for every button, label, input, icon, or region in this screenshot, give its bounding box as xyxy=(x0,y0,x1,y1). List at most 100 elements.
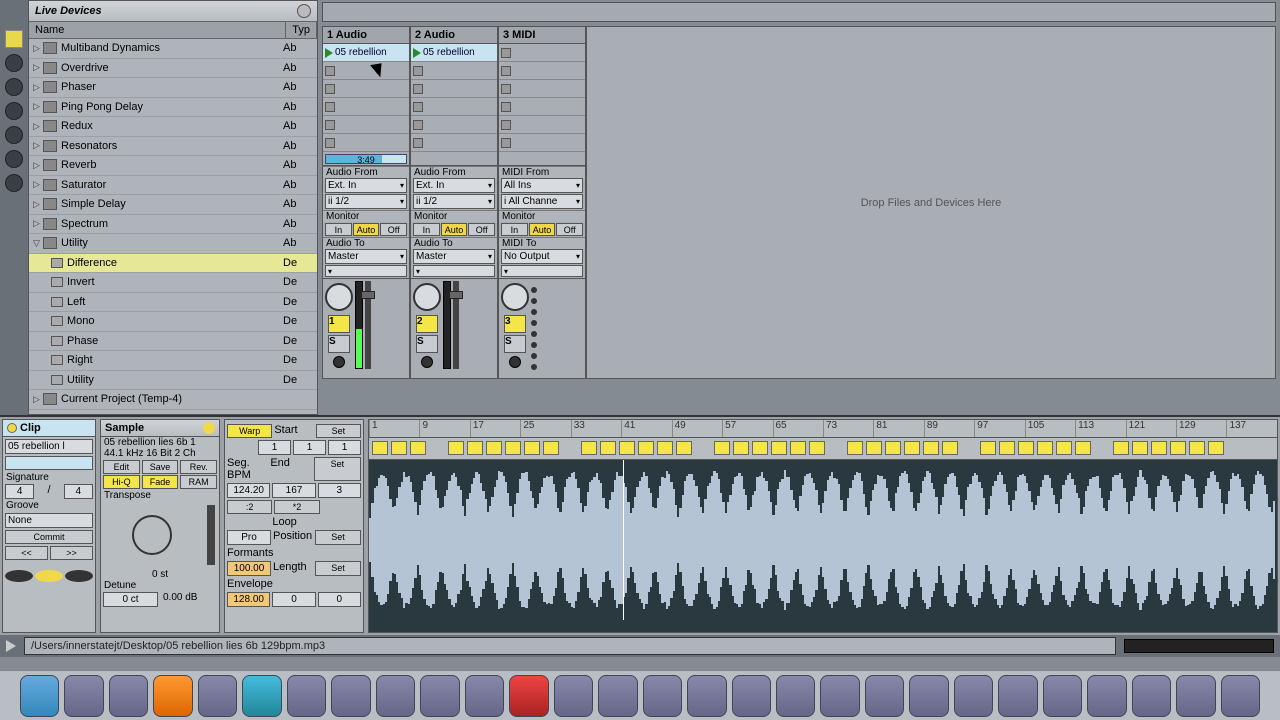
warp-marker[interactable] xyxy=(372,441,388,455)
ruler-tick[interactable]: 57 xyxy=(722,420,772,437)
play-icon[interactable] xyxy=(413,48,421,58)
app-icon[interactable] xyxy=(287,675,326,717)
monitor-auto[interactable]: Auto xyxy=(529,223,556,236)
monitor-off[interactable]: Off xyxy=(468,223,495,236)
ruler-tick[interactable]: 121 xyxy=(1126,420,1176,437)
app-icon[interactable] xyxy=(554,675,593,717)
ruler-tick[interactable]: 17 xyxy=(470,420,520,437)
monitor-off[interactable]: Off xyxy=(556,223,583,236)
ruler-tick[interactable]: 33 xyxy=(571,420,621,437)
clip-slot[interactable] xyxy=(499,44,585,62)
start-bar[interactable]: 1 xyxy=(258,440,291,455)
app-icon[interactable] xyxy=(598,675,637,717)
app-icon[interactable] xyxy=(109,675,148,717)
device-child-row[interactable]: InvertDe xyxy=(29,273,317,293)
gear-icon[interactable] xyxy=(297,4,311,18)
monitor-in[interactable]: In xyxy=(325,223,352,236)
start-beat[interactable]: 1 xyxy=(293,440,326,455)
device-row[interactable]: ▷SaturatorAb xyxy=(29,176,317,196)
edit-button[interactable]: Edit xyxy=(103,460,140,474)
clip-slot[interactable] xyxy=(411,62,497,80)
device-row[interactable]: ▷PhaserAb xyxy=(29,78,317,98)
warp-marker[interactable] xyxy=(999,441,1015,455)
envelope-val[interactable]: 128.00 xyxy=(227,592,270,607)
warp-marker[interactable] xyxy=(1037,441,1053,455)
waveform-display[interactable]: 191725334149576573818997105113121129137 xyxy=(368,419,1278,633)
warp-button[interactable]: Warp xyxy=(227,424,272,438)
monitor-in[interactable]: In xyxy=(413,223,440,236)
warp-marker[interactable] xyxy=(638,441,654,455)
device-child-row[interactable]: PhaseDe xyxy=(29,332,317,352)
app-icon[interactable] xyxy=(331,675,370,717)
warp-marker[interactable] xyxy=(885,441,901,455)
clip-slot[interactable] xyxy=(411,116,497,134)
app-icon[interactable] xyxy=(687,675,726,717)
clip-slot[interactable]: 05 rebellion xyxy=(323,44,409,62)
ruler-tick[interactable]: 137 xyxy=(1226,420,1276,437)
ruler-tick[interactable]: 1 xyxy=(369,420,419,437)
browser-3-icon[interactable] xyxy=(5,102,23,120)
device-child-row[interactable]: DifferenceDe xyxy=(29,254,317,274)
ruler-tick[interactable]: 41 xyxy=(621,420,671,437)
device-row[interactable]: ▷OverdriveAb xyxy=(29,59,317,79)
app-icon[interactable] xyxy=(1176,675,1215,717)
device-child-row[interactable]: MonoDe xyxy=(29,312,317,332)
set-len-button[interactable]: Set xyxy=(315,561,361,576)
warp-marker[interactable] xyxy=(600,441,616,455)
prev-button[interactable]: << xyxy=(5,546,48,560)
warp-marker[interactable] xyxy=(1018,441,1034,455)
device-row[interactable]: ▷SpectrumAb xyxy=(29,215,317,235)
clip-slot[interactable] xyxy=(411,134,497,152)
next-button[interactable]: >> xyxy=(50,546,93,560)
sends[interactable] xyxy=(413,265,495,277)
arm-button[interactable] xyxy=(509,356,521,368)
warp-marker[interactable] xyxy=(448,441,464,455)
track-activator[interactable]: 1 xyxy=(328,315,350,333)
pan-knob[interactable] xyxy=(501,283,529,311)
app-icon[interactable] xyxy=(509,675,548,717)
sig-den[interactable]: 4 xyxy=(64,484,93,499)
formants-val[interactable]: 100.00 xyxy=(227,561,271,576)
solo-button[interactable]: S xyxy=(416,335,438,353)
warp-marker[interactable] xyxy=(1151,441,1167,455)
clip-slot[interactable] xyxy=(411,98,497,116)
pan-knob[interactable] xyxy=(413,283,441,311)
ruler-tick[interactable]: 65 xyxy=(773,420,823,437)
finder-icon[interactable] xyxy=(20,675,59,717)
warp-marker[interactable] xyxy=(942,441,958,455)
ruler-tick[interactable]: 73 xyxy=(823,420,873,437)
len-val2[interactable]: 0 xyxy=(318,592,361,607)
sends[interactable] xyxy=(325,265,407,277)
track-activator[interactable]: 3 xyxy=(504,315,526,333)
warp-marker[interactable] xyxy=(581,441,597,455)
input-select[interactable]: Ext. In xyxy=(413,178,495,193)
device-child-row[interactable]: RightDe xyxy=(29,351,317,371)
clip-slot[interactable] xyxy=(323,62,409,80)
drop-area[interactable]: Drop Files and Devices Here xyxy=(586,26,1276,379)
app-icon[interactable] xyxy=(909,675,948,717)
browser-6-icon[interactable] xyxy=(5,174,23,192)
input-select[interactable]: All Ins xyxy=(501,178,583,193)
warp-marker[interactable] xyxy=(1170,441,1186,455)
app-icon[interactable] xyxy=(1132,675,1171,717)
warp-marker[interactable] xyxy=(771,441,787,455)
warp-marker[interactable] xyxy=(733,441,749,455)
app-icon[interactable] xyxy=(954,675,993,717)
ruler-tick[interactable]: 129 xyxy=(1176,420,1226,437)
device-row[interactable]: ▷ReverbAb xyxy=(29,156,317,176)
project-row[interactable]: ▷Current Project (Temp-4) xyxy=(29,390,317,410)
warp-marker[interactable] xyxy=(657,441,673,455)
set-end-button[interactable]: Set xyxy=(314,457,361,481)
set-start-button[interactable]: Set xyxy=(316,424,361,438)
groove-select[interactable]: None xyxy=(5,513,93,528)
track-header[interactable]: 3 MIDI xyxy=(499,27,585,44)
app-icon[interactable] xyxy=(420,675,459,717)
solo-button[interactable]: S xyxy=(328,335,350,353)
warp-marker[interactable] xyxy=(980,441,996,455)
pan-knob[interactable] xyxy=(325,283,353,311)
app-icon[interactable] xyxy=(776,675,815,717)
clip-slot[interactable]: 05 rebellion xyxy=(411,44,497,62)
transpose-knob[interactable] xyxy=(132,515,172,555)
col-name[interactable]: Name xyxy=(29,22,286,38)
output-select[interactable]: No Output xyxy=(501,249,583,264)
